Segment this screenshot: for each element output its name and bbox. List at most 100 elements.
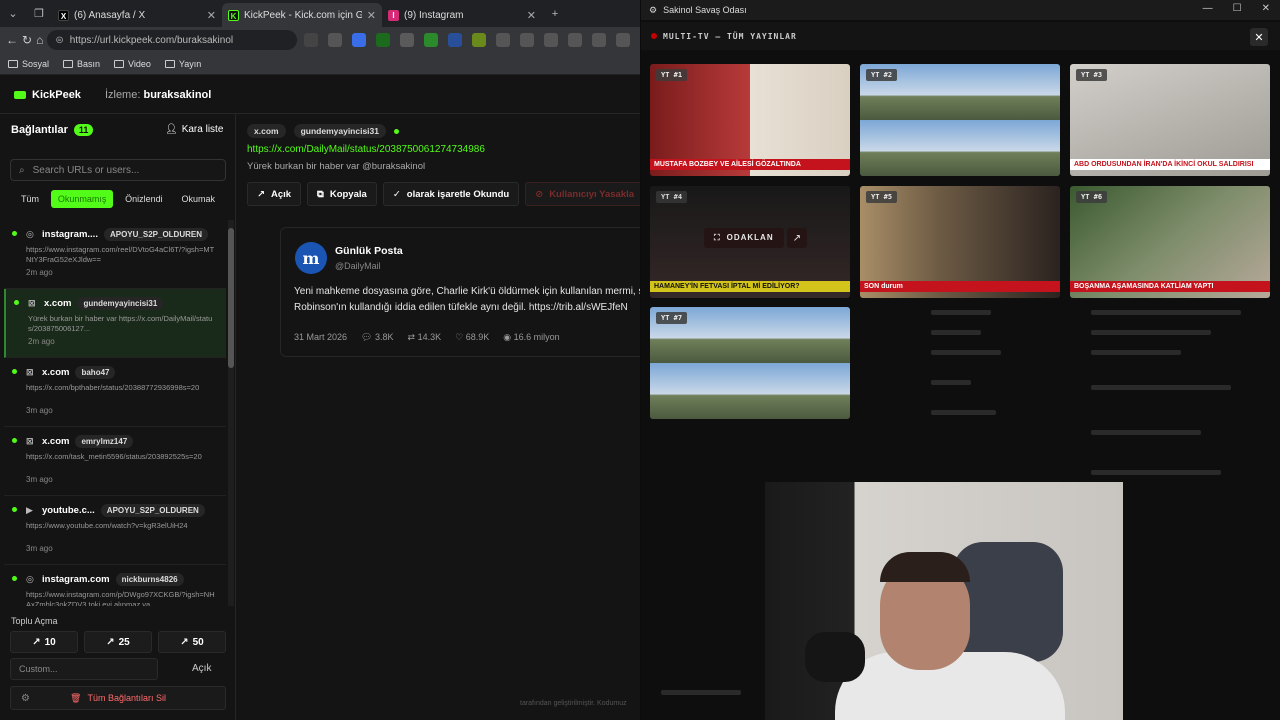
popout-icon[interactable]: ↗ [787,228,807,248]
filter-all[interactable]: Tüm [14,190,46,208]
list-item[interactable]: ⊠ x.com gundemyayincisi31 Yürek burkan bir … [4,289,226,358]
close-tab-icon[interactable]: ✕ [527,9,536,22]
unread-dot-icon [12,369,17,374]
folder-icon [114,59,125,68]
open-50-button[interactable]: ↗ 50 [158,631,226,653]
tile-tag: YT #2 [866,69,898,81]
tweet-retweets[interactable]: ⇄ 14.3K [408,332,442,343]
blacklist-button[interactable]: 👤︎ Kara liste [165,124,223,135]
kickpeek-favicon-icon: K [228,9,239,21]
bookmark-folder[interactable]: Video [114,59,151,69]
extension-5-icon[interactable] [472,33,487,47]
delete-all-button[interactable]: ⚙ 🗑︎ Tüm Bağlantıları Sil [10,686,226,710]
custom-count-input[interactable]: Custom... [10,658,158,680]
reply-icon: 💬︎ [361,332,373,342]
folder-icon [63,59,74,68]
kickpeek-logo-icon [14,90,26,99]
bookmark-folder[interactable]: Yayın [164,59,201,69]
tweet-replies[interactable]: 💬︎ 3.8K [361,332,393,343]
bookmark-folder[interactable]: Basın [63,59,100,69]
sidebar: Bağlantılar 11 👤︎ Kara liste ⌕ Search UR… [0,114,236,720]
item-site: instagram.com [42,574,110,585]
settings-icon[interactable] [544,33,559,47]
open-button[interactable]: ↗ Açık [247,182,302,206]
item-user-badge: APOYU_S2P_OLDUREN [103,228,208,241]
performance-icon[interactable] [616,33,631,47]
minimize-icon[interactable]: — [1203,3,1213,14]
tweet-author-name: Günlük Posta [335,245,403,257]
tab-x[interactable]: X (6) Anasayfa / X ✕ [52,3,222,27]
video-tile[interactable]: YT #4 ⛶ ODAKLAN ↗ HAMANEY'İN FETVASI İPTA… [650,186,850,298]
back-icon[interactable]: ← [6,30,18,50]
custom-open-button[interactable]: Açık [192,663,211,674]
close-tab-icon[interactable]: ✕ [207,9,216,22]
tile-caption: ABD ORDUSUNDAN İRAN'DA İKİNCİ OKUL SALDI… [1070,159,1270,170]
tile-caption: BOŞANMA AŞAMASINDA KATLİAM YAPTI [1070,281,1270,292]
tab-instagram[interactable]: I (9) Instagram ✕ [382,3,542,27]
close-tab-icon[interactable]: ✕ [367,9,376,22]
extensions-icon[interactable] [496,33,511,47]
favorites-icon[interactable] [568,33,583,47]
tweet-embed[interactable]: m Günlük Posta @DailyMail Yeni mahkeme d… [280,227,640,357]
item-url: https://www.instagram.com/p/DWgo97XCKGB/… [26,590,215,606]
extension-1-icon[interactable] [376,33,391,47]
logo[interactable]: KickPeek [14,89,81,101]
list-item[interactable]: ⊠ x.com baho47 https://x.com/bpthaber/statu… [4,358,226,427]
home-icon[interactable]: ⌂ [36,30,43,50]
gear-icon[interactable]: ⚙ [21,693,30,704]
item-url: https://x.com/bpthaber/status/2038877293… [26,383,200,392]
overlay-close-button[interactable]: ✕ [1250,28,1268,46]
tab-bar: ⌄ ❐ X (6) Anasayfa / X ✕ K KickPeek - Ki… [0,0,640,27]
workspaces-icon[interactable]: ❐ [26,0,52,27]
list-scrollbar[interactable] [228,220,234,606]
collections-icon[interactable] [592,33,607,47]
new-tab-button[interactable]: + [542,0,568,27]
video-tile[interactable]: YT #1 MUSTAFA BOZBEY VE AİLESİ GÖZALTIND… [650,64,850,176]
copy-button[interactable]: ⧉ Kopyala [307,182,377,206]
bookmark-folder[interactable]: Sosyal [8,59,49,69]
tweet-likes[interactable]: ♡ 68.9K [455,332,489,343]
filter-unread[interactable]: Okunmamış [50,190,114,208]
extension-4-icon[interactable] [448,33,463,47]
close-icon[interactable]: ✕ [1262,3,1270,14]
split-screen-icon[interactable] [520,33,535,47]
extension-3-icon[interactable] [424,33,439,47]
external-link-icon: ↗ [32,636,41,648]
item-time: 3m ago [26,544,53,553]
item-user-badge: emrylmz147 [75,435,134,448]
open-10-button[interactable]: ↗ 10 [10,631,78,653]
external-link-icon: ↗ [106,636,115,648]
list-item[interactable]: ▶ youtube.c... APOYU_S2P_OLDUREN https://ww… [4,496,226,565]
reload-icon[interactable]: ↻ [22,30,32,50]
video-tile[interactable]: YT #3 ABD ORDUSUNDAN İRAN'DA İKİNCİ OKUL… [1070,64,1270,176]
footer-credit: tarafından geliştirilmiştir. Kodumuz [520,700,627,707]
ban-user-button[interactable]: ⊘ Kullanıcıyı Yasakla [525,182,640,206]
mark-read-button[interactable]: ✓ olarak işaretle Okundu [382,182,520,206]
video-tile[interactable]: YT #6 BOŞANMA AŞAMASINDA KATLİAM YAPTI [1070,186,1270,298]
filter-previewed[interactable]: Önizlendi [118,190,170,208]
read-aloud-icon[interactable] [328,33,343,47]
video-tile[interactable]: YT #2 [860,64,1060,176]
focus-button[interactable]: ⛶ ODAKLAN [704,228,784,248]
video-tile[interactable]: YT #5 SON durum [860,186,1060,298]
tab-kickpeek[interactable]: K KickPeek - Kick.com için Gerçek Zamanl… [222,3,382,27]
maximize-icon[interactable]: ☐ [1233,3,1242,14]
site-info-icon[interactable]: ⊜ [55,35,63,46]
translate-icon[interactable] [304,33,319,47]
video-tile[interactable]: YT #7 [650,307,850,419]
scrollbar-thumb[interactable] [228,228,234,368]
live-dot-icon [651,33,657,39]
source-badge: x.com [247,124,286,138]
search-input[interactable]: ⌕ Search URLs or users... [10,159,226,181]
filter-read[interactable]: Okumak [174,190,222,208]
tab-menu-icon[interactable]: ⌄ [0,0,26,27]
url-field[interactable]: ⊜ https://url.kickpeek.com/buraksakinol [47,30,298,50]
favorite-star-icon[interactable] [352,33,367,47]
open-25-button[interactable]: ↗ 25 [84,631,152,653]
extension-2-icon[interactable] [400,33,415,47]
instagram-favicon-icon: I [388,9,399,21]
list-item[interactable]: ◎ instagram.com nickburns4826 https://www.i… [4,565,226,606]
list-item[interactable]: ◎ instagram.... APOYU_S2P_OLDUREN https://w… [4,220,226,289]
detail-link[interactable]: https://x.com/DailyMail/status/203875006… [247,144,485,155]
list-item[interactable]: ⊠ x.com emrylmz147 https://x.com/task_metin… [4,427,226,496]
